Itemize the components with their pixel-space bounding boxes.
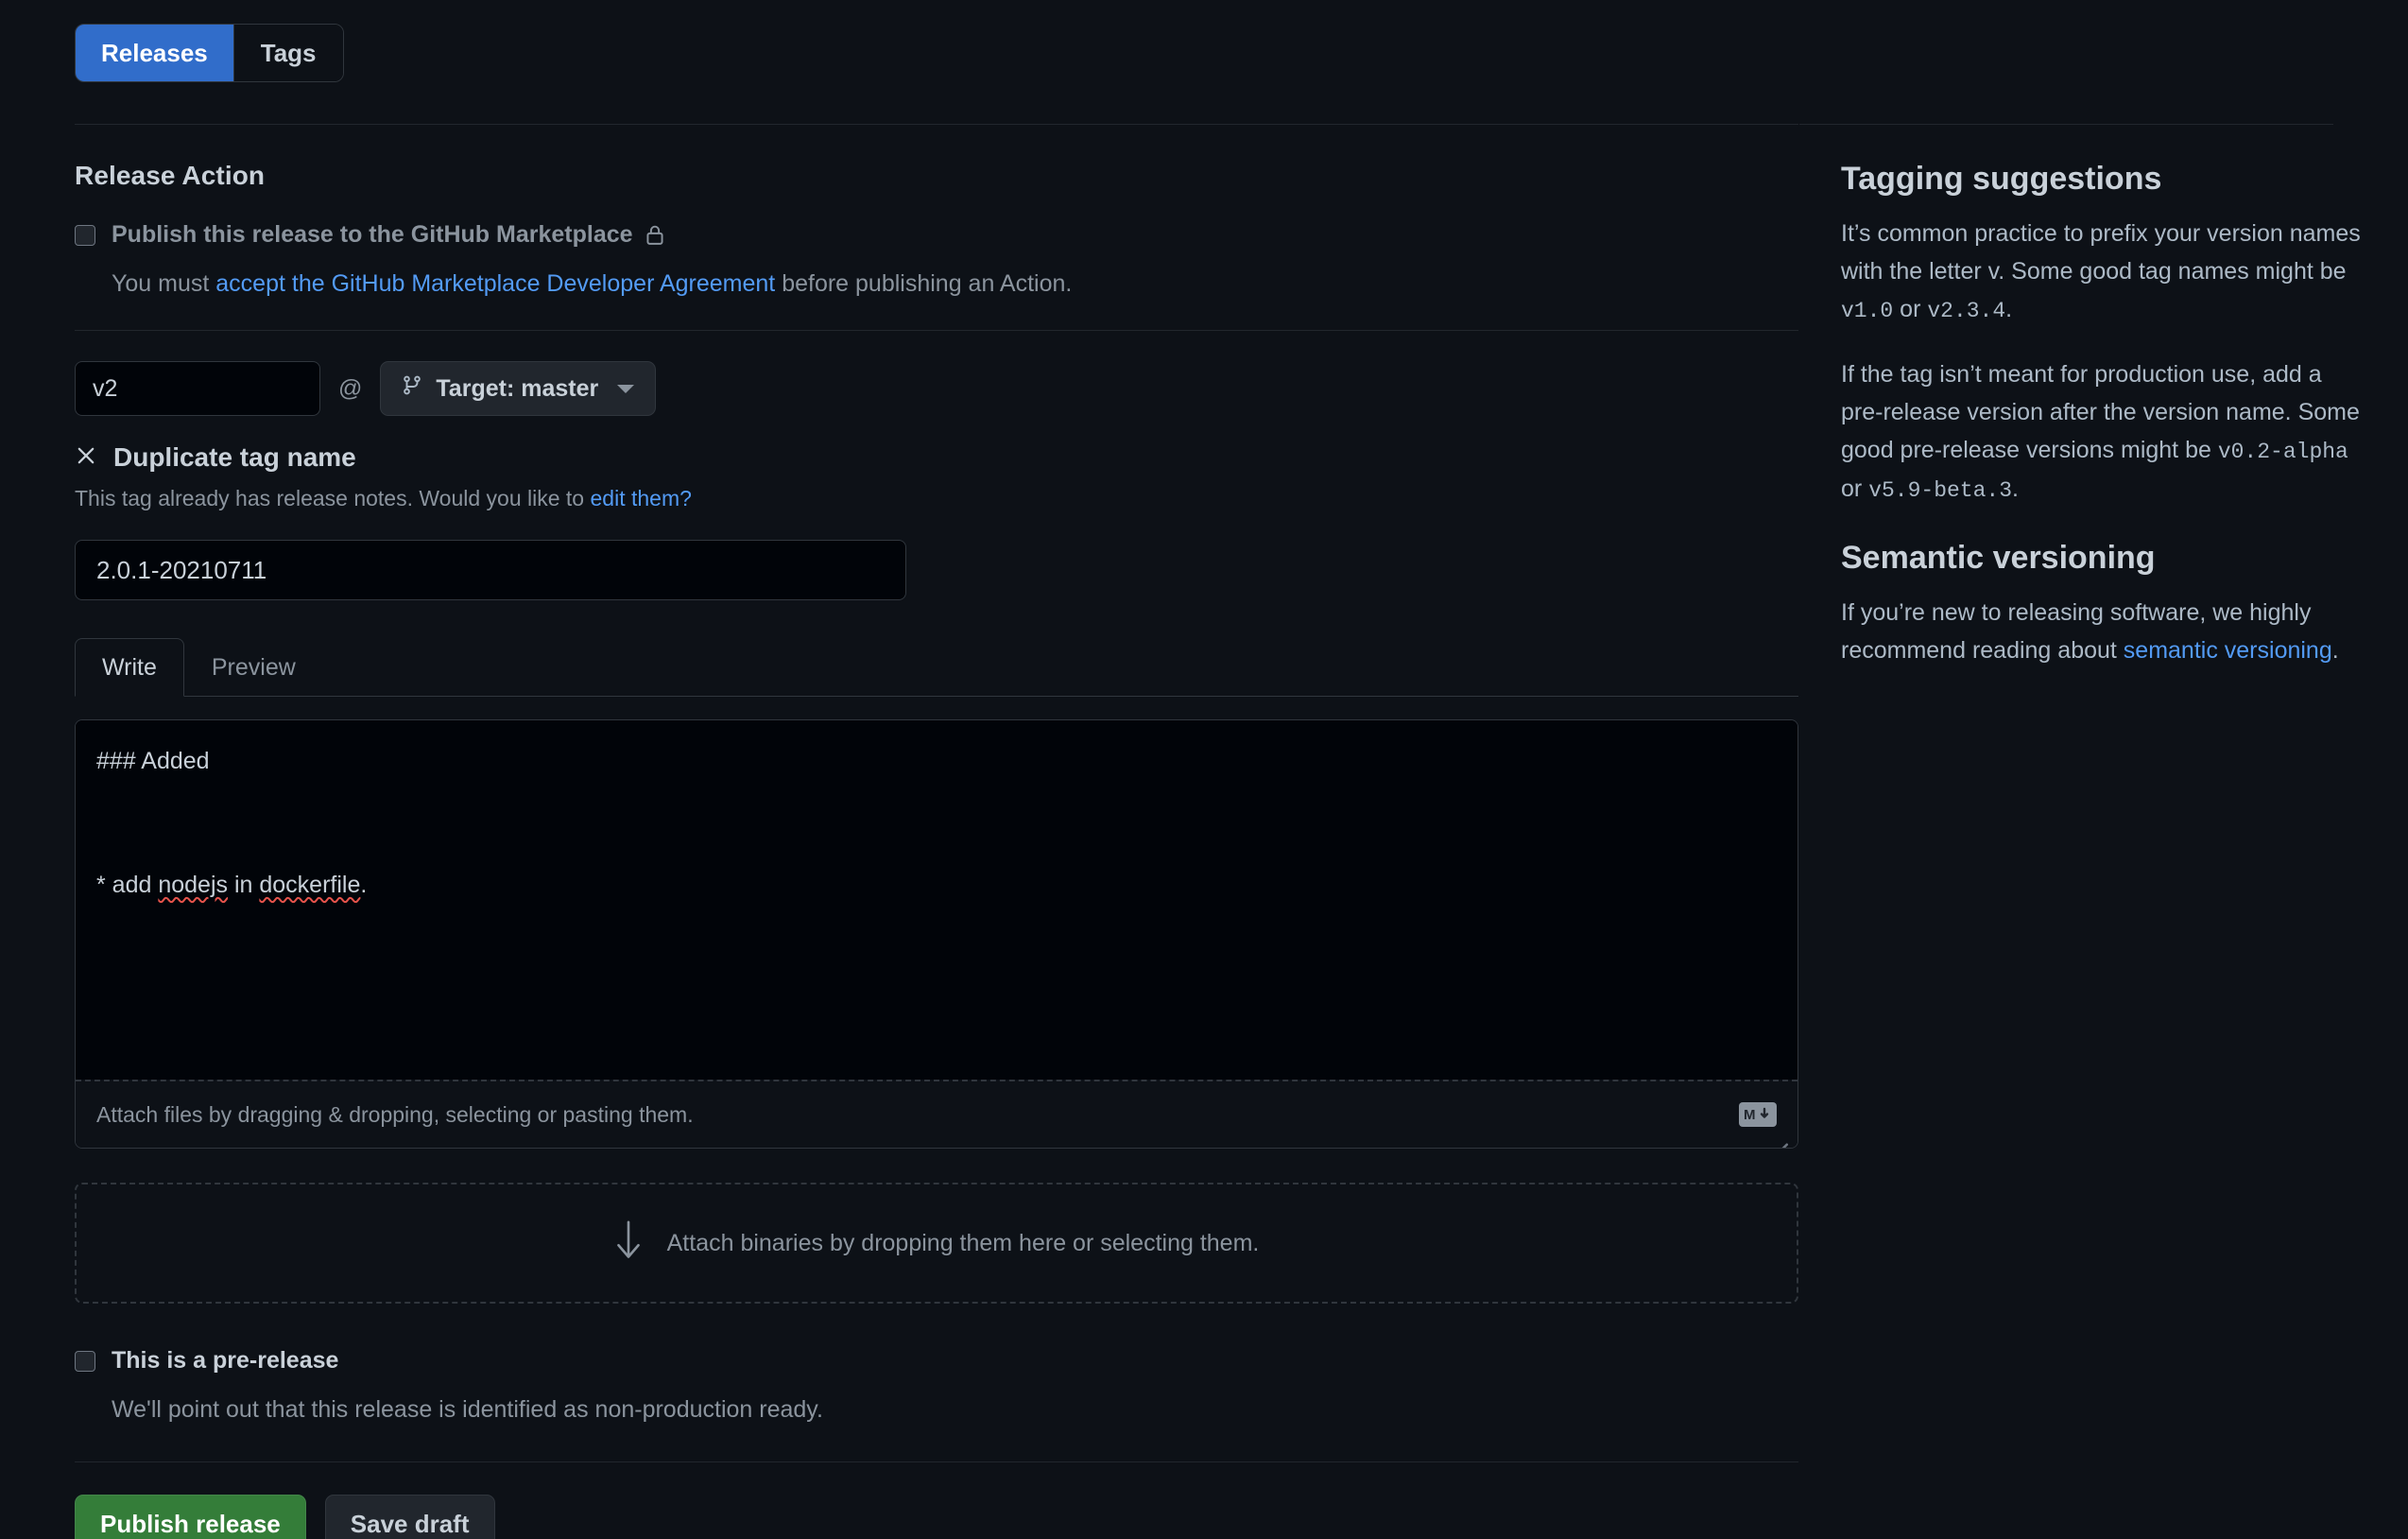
tag-name-input[interactable]: [75, 361, 320, 416]
marketplace-divider: [75, 330, 1798, 331]
semantic-versioning-p: If you’re new to releasing software, we …: [1841, 594, 2370, 669]
semantic-versioning-heading: Semantic versioning: [1841, 540, 2156, 577]
body-line2-post: .: [360, 872, 368, 899]
binaries-dropzone-label: Attach binaries by dropping them here or…: [666, 1229, 1260, 1256]
semantic-versioning-link[interactable]: semantic versioning: [2124, 637, 2332, 664]
tab-releases[interactable]: Releases: [75, 25, 234, 81]
tag-row: @ Target: master: [75, 361, 1798, 416]
form-actions: Publish release Save draft: [75, 1495, 1798, 1539]
target-branch-label: Target: master: [436, 374, 599, 402]
body-word-nodejs: nodejs: [158, 872, 229, 899]
prerelease-sub: We'll point out that this release is ide…: [112, 1395, 823, 1423]
release-title-input[interactable]: [75, 540, 906, 600]
tab-tags[interactable]: Tags: [232, 25, 343, 81]
editor-tabs: Write Preview: [75, 638, 1798, 697]
prerelease-divider: [75, 1461, 1798, 1462]
duplicate-tag-flash: Duplicate tag name: [75, 442, 1798, 473]
help-sidebar: Tagging suggestions It’s common practice…: [1841, 161, 2370, 669]
release-body-textarea[interactable]: ### Added * add nodejs in dockerfile.: [76, 720, 1797, 1148]
tab-write-label: Write: [102, 653, 157, 681]
tagging-p1-code2: v2.3.4: [1927, 299, 2006, 323]
target-branch-dropdown[interactable]: Target: master: [380, 361, 657, 416]
prerelease-texts: This is a pre-release We'll point out th…: [112, 1343, 823, 1427]
binaries-dropzone[interactable]: Attach binaries by dropping them here or…: [75, 1183, 1798, 1304]
duplicate-tag-sub-prefix: This tag already has release notes. Woul…: [75, 486, 591, 510]
marketplace-texts: Publish this release to the GitHub Marke…: [112, 217, 1798, 302]
at-separator: @: [338, 374, 363, 402]
marketplace-label[interactable]: Publish this release to the GitHub Marke…: [112, 217, 1798, 253]
close-icon[interactable]: [75, 444, 97, 472]
page-title: Release Action: [75, 161, 266, 190]
svg-text:M: M: [1744, 1107, 1756, 1123]
tab-preview-label: Preview: [211, 653, 296, 681]
prerelease-label[interactable]: This is a pre-release: [112, 1343, 823, 1379]
tagging-p1-code1: v1.0: [1841, 299, 1894, 323]
semver-p-b: .: [2331, 637, 2339, 665]
header-divider: [75, 124, 2333, 125]
tagging-p2-code1: v0.2-alpha: [2217, 439, 2348, 464]
marketplace-label-text: Publish this release to the GitHub Marke…: [112, 221, 633, 248]
body-line2-mid: in: [228, 872, 260, 899]
main-column: Release Action Publish this release to t…: [75, 161, 1798, 1539]
releases-tags-tabgroup: Releases Tags: [75, 24, 344, 82]
git-branch-icon: [402, 373, 422, 404]
resize-handle-icon[interactable]: [1765, 1049, 1790, 1148]
tab-tags-label: Tags: [260, 38, 317, 67]
tagging-suggestions-p1: It’s common practice to prefix your vers…: [1841, 215, 2370, 329]
release-body-box: ### Added * add nodejs in dockerfile. At…: [75, 719, 1798, 1149]
marketplace-block: Publish this release to the GitHub Marke…: [75, 217, 1798, 302]
tab-write[interactable]: Write: [75, 638, 184, 697]
column-divider: [1798, 124, 1799, 1539]
tab-preview[interactable]: Preview: [184, 638, 323, 697]
tagging-p2-c: .: [2012, 475, 2019, 502]
tagging-suggestions-heading: Tagging suggestions: [1841, 161, 2162, 197]
tab-releases-label: Releases: [101, 38, 208, 67]
publish-release-button[interactable]: Publish release: [75, 1495, 306, 1539]
download-arrow-icon: [614, 1219, 643, 1267]
body-line-1: ### Added: [96, 748, 210, 774]
attach-files-hint: Attach files by dragging & dropping, sel…: [96, 1101, 694, 1127]
attach-files-footer[interactable]: Attach files by dragging & dropping, sel…: [76, 1080, 1797, 1148]
duplicate-tag-title: Duplicate tag name: [113, 442, 356, 472]
markdown-icon[interactable]: M: [1739, 1102, 1777, 1127]
body-line2-pre: * add: [96, 872, 159, 899]
body-line-2: * add nodejs in dockerfile.: [96, 872, 367, 898]
release-edit-page: Releases Tags Release Action Publish thi…: [0, 0, 2408, 1539]
tagging-p1-c: .: [2005, 296, 2013, 322]
marketplace-sub-prefix: You must: [112, 269, 216, 297]
prerelease-block: This is a pre-release We'll point out th…: [75, 1343, 1798, 1427]
edit-them-link[interactable]: edit them?: [591, 486, 692, 510]
duplicate-tag-sub: This tag already has release notes. Woul…: [75, 486, 1798, 511]
tagging-p2-b: or: [1841, 475, 1869, 502]
marketplace-agreement-link[interactable]: accept the GitHub Marketplace Developer …: [215, 270, 775, 297]
chevron-down-icon: [617, 384, 635, 393]
tagging-p1-b: or: [1893, 296, 1928, 322]
tagging-p2-code2: v5.9-beta.3: [1868, 477, 2013, 503]
tagging-p1-a: It’s common practice to prefix your vers…: [1841, 220, 2361, 285]
lock-icon: [645, 223, 665, 247]
body-word-dockerfile: dockerfile: [259, 872, 361, 899]
tagging-suggestions-p2: If the tag isn’t meant for production us…: [1841, 355, 2370, 509]
marketplace-sub-suffix: before publishing an Action.: [775, 269, 1073, 297]
marketplace-checkbox[interactable]: [75, 225, 95, 246]
prerelease-checkbox[interactable]: [75, 1351, 95, 1372]
save-draft-button[interactable]: Save draft: [324, 1495, 495, 1539]
marketplace-sub: You must accept the GitHub Marketplace D…: [112, 267, 1798, 303]
